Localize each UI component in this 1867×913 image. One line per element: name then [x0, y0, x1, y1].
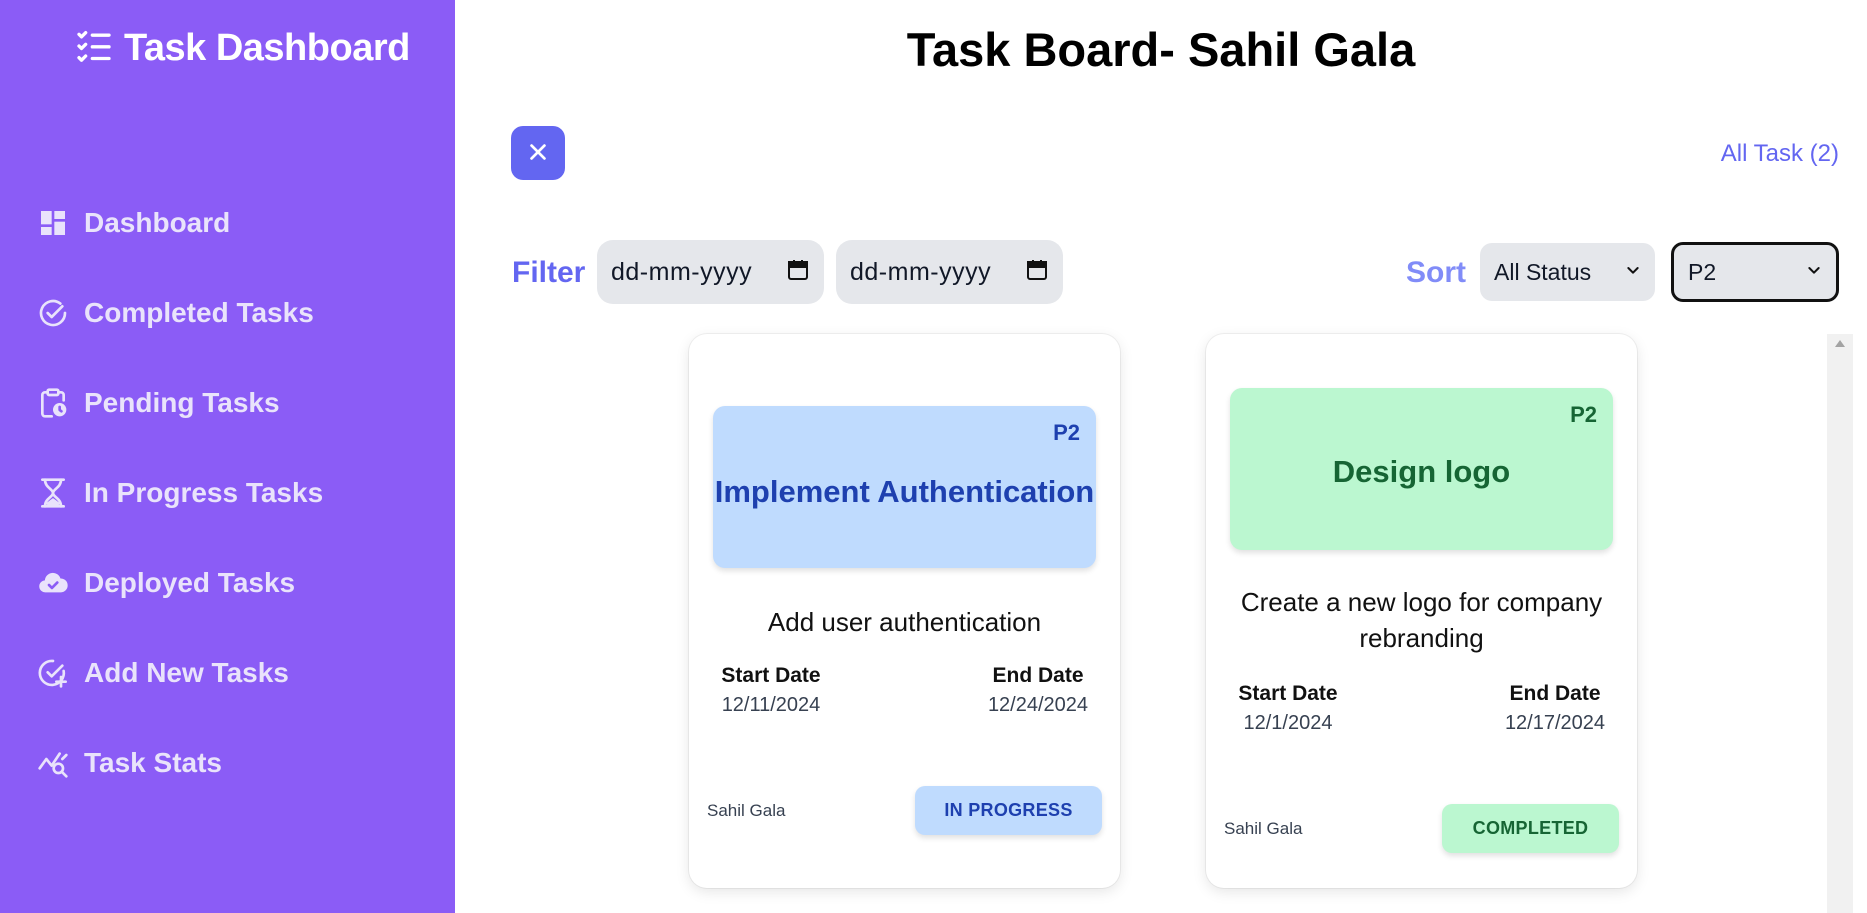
sidebar-nav: Dashboard Completed Tasks Pending Tasks … — [36, 178, 323, 808]
sidebar-item-task-stats[interactable]: Task Stats — [36, 718, 323, 808]
sidebar-item-pending-tasks[interactable]: Pending Tasks — [36, 358, 323, 448]
sidebar-item-label: Completed Tasks — [84, 297, 314, 328]
priority-badge: P2 — [1570, 402, 1597, 427]
status-badge[interactable]: IN PROGRESS — [915, 786, 1102, 835]
check-circle-icon — [36, 296, 70, 330]
task-title: Implement Authentication — [714, 474, 1095, 509]
sidebar: Task Dashboard Dashboard Completed Tasks… — [0, 0, 455, 913]
task-description: Create a new logo for company rebranding — [1240, 587, 1603, 653]
status-select-value: All Status — [1494, 258, 1592, 285]
check-plus-icon — [36, 656, 70, 690]
end-date-group: End Date 12/24/2024 — [986, 664, 1090, 717]
task-description: Add user authentication — [767, 607, 1042, 637]
close-icon — [527, 141, 549, 166]
end-date-input[interactable]: dd-mm-yyyy — [836, 240, 1063, 304]
start-date-value: 12/1/2024 — [1243, 712, 1333, 734]
brand-title: Task Dashboard — [124, 27, 410, 69]
end-date-label: End Date — [1509, 682, 1601, 705]
task-owner: Sahil Gala — [1224, 819, 1303, 838]
all-task-link[interactable]: All Task (2) — [1721, 140, 1839, 168]
app: Task Dashboard Dashboard Completed Tasks… — [0, 0, 1867, 913]
close-button[interactable] — [511, 126, 565, 180]
start-date-group: Start Date 12/1/2024 — [1236, 682, 1340, 735]
end-date-value: 12/17/2024 — [1504, 712, 1606, 734]
task-card-banner: P2 Implement Authentication — [713, 406, 1096, 568]
end-date-label: End Date — [992, 664, 1084, 687]
sidebar-item-label: Task Stats — [84, 747, 222, 778]
sidebar-item-deployed-tasks[interactable]: Deployed Tasks — [36, 538, 323, 628]
priority-badge: P2 — [1053, 420, 1080, 445]
start-date-label: Start Date — [721, 664, 821, 687]
calendar-icon[interactable] — [786, 258, 810, 287]
task-owner: Sahil Gala — [707, 801, 786, 820]
start-date-value: 12/11/2024 — [721, 694, 821, 716]
end-date-placeholder: dd-mm-yyyy — [850, 257, 992, 286]
start-date-input[interactable]: dd-mm-yyyy — [597, 240, 824, 304]
sidebar-item-label: In Progress Tasks — [84, 477, 324, 508]
chart-search-icon — [36, 746, 70, 780]
brand[interactable]: Task Dashboard — [74, 26, 410, 71]
priority-select-value: P2 — [1688, 258, 1717, 285]
calendar-icon[interactable] — [1025, 258, 1049, 287]
start-date-label: Start Date — [1238, 682, 1338, 705]
status-select[interactable]: All Status — [1480, 243, 1655, 301]
cloud-check-icon — [36, 566, 70, 600]
sidebar-item-label: Add New Tasks — [84, 657, 289, 688]
task-card[interactable]: P2 Implement Authentication Add user aut… — [689, 334, 1120, 888]
scrollbar[interactable] — [1827, 334, 1853, 913]
clipboard-clock-icon — [36, 386, 70, 420]
hourglass-icon — [36, 476, 70, 510]
scroll-up-arrow[interactable] — [1835, 340, 1845, 347]
start-date-placeholder: dd-mm-yyyy — [611, 257, 753, 286]
task-card[interactable]: P2 Design logo Create a new logo for com… — [1206, 334, 1637, 888]
priority-select[interactable]: P2 — [1671, 242, 1839, 302]
sort-label: Sort — [1406, 256, 1466, 289]
chevron-down-icon — [1806, 262, 1822, 283]
sidebar-item-in-progress-tasks[interactable]: In Progress Tasks — [36, 448, 323, 538]
end-date-value: 12/24/2024 — [987, 694, 1089, 716]
end-date-group: End Date 12/17/2024 — [1503, 682, 1607, 735]
status-badge[interactable]: COMPLETED — [1442, 804, 1619, 853]
task-card-banner: P2 Design logo — [1230, 388, 1613, 550]
start-date-group: Start Date 12/11/2024 — [719, 664, 823, 717]
sidebar-item-label: Dashboard — [84, 207, 231, 238]
chevron-down-icon — [1625, 262, 1641, 283]
sidebar-item-label: Pending Tasks — [84, 387, 280, 418]
sidebar-item-completed-tasks[interactable]: Completed Tasks — [36, 268, 323, 358]
task-list-icon — [74, 26, 114, 71]
sidebar-item-dashboard[interactable]: Dashboard — [36, 178, 323, 268]
sidebar-item-add-new-tasks[interactable]: Add New Tasks — [36, 628, 323, 718]
filter-label: Filter — [512, 256, 586, 289]
task-list: P2 Implement Authentication Add user aut… — [455, 334, 1867, 913]
dashboard-icon — [36, 206, 70, 240]
sidebar-item-label: Deployed Tasks — [84, 567, 296, 598]
page-title: Task Board- Sahil Gala — [906, 23, 1416, 76]
task-title: Design logo — [1332, 454, 1511, 489]
